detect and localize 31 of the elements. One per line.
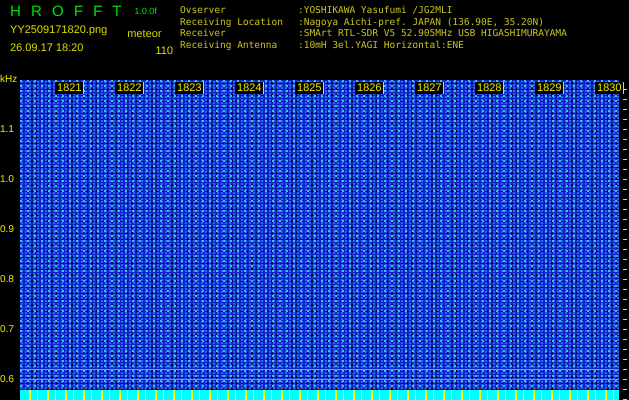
frequency-label: 0.9 bbox=[0, 224, 14, 235]
time-label: 1830 bbox=[595, 82, 624, 94]
frequency-label: 0.6 bbox=[0, 374, 14, 385]
frequency-label: 0.8 bbox=[0, 274, 14, 285]
info-value: :SMArt RTL-SDR V5 52.905MHz USB HIGASHIMURAYAMA bbox=[298, 28, 567, 40]
info-label: Receiver bbox=[180, 28, 227, 40]
time-label: 1822 bbox=[115, 82, 144, 94]
time-label: 1829 bbox=[535, 82, 564, 94]
info-label: Ovserver bbox=[180, 5, 227, 16]
time-label: 1827 bbox=[415, 82, 444, 94]
file-name: YY2509171820.png bbox=[10, 24, 108, 36]
app-title: H R O F F T bbox=[10, 2, 124, 20]
time-label: 1823 bbox=[175, 82, 204, 94]
info-value: :Nagoya Aichi-pref. JAPAN (136.90E, 35.20N) bbox=[298, 16, 544, 28]
frequency-label: 0.7 bbox=[0, 324, 14, 335]
frequency-label: 1.1 bbox=[0, 124, 14, 135]
time-label: 1826 bbox=[355, 82, 384, 94]
time-label: 1824 bbox=[235, 82, 264, 94]
count-value: 110 bbox=[155, 45, 173, 57]
unit-label: kHz bbox=[0, 74, 18, 85]
date-time: 26.09.17 18:20 bbox=[10, 42, 84, 54]
time-label: 1821 bbox=[55, 82, 84, 94]
version-label: 1.0.0f bbox=[134, 6, 157, 16]
info-label: Receiving Location bbox=[180, 16, 284, 28]
time-label: 1825 bbox=[295, 82, 324, 94]
info-value: :10mH 3el.YAGI Horizontal:ENE bbox=[298, 40, 464, 51]
info-label: Receiving Antenna bbox=[180, 40, 278, 51]
mode-label: meteor bbox=[127, 28, 162, 40]
frequency-label: 1.0 bbox=[0, 174, 14, 185]
time-label: 1828 bbox=[475, 82, 504, 94]
info-value: :YOSHIKAWA Yasufumi /JG2MLI bbox=[298, 5, 452, 16]
